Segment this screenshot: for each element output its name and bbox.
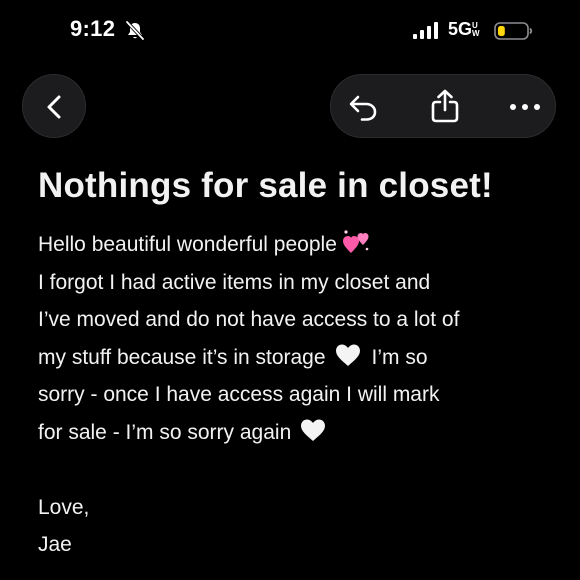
reply-button[interactable] [331,75,395,139]
network-suffix: UW [472,21,480,38]
back-button[interactable] [22,74,86,138]
more-options-button[interactable] [493,75,557,139]
status-time: 9:12 [70,16,116,41]
ellipsis-icon [510,104,540,110]
signoff: Love, [38,495,90,519]
body-line: Hello beautiful wonderful people [38,226,568,264]
post-title: Nothings for sale in closet! [38,166,493,205]
body-line-text: my stuff because it’s in storage [38,345,326,369]
post-body: Hello beautiful wonderful people I forgo… [38,226,568,564]
white-heart-emoji [335,344,360,366]
body-line-text: Hello beautiful wonderful people [38,233,337,256]
battery-icon [494,22,533,40]
body-line-text: I’m so [371,345,428,369]
network-type: 5GUW [448,19,481,40]
reply-arrow-icon [349,95,377,121]
body-line: I’ve moved and do not have access to a l… [38,308,460,331]
network-label: 5G [448,19,473,39]
two-hearts-emoji [342,230,369,254]
share-button[interactable] [413,75,477,139]
body-line: for sale - I’m so sorry again [38,414,568,452]
status-bar: 9:12 5GUW [0,0,580,62]
signature: Jae [38,533,72,556]
action-toolbar [330,74,556,138]
bell-slash-icon [125,20,145,41]
body-line: my stuff because it’s in storage I’m so [38,339,568,377]
share-icon [431,89,459,123]
chevron-left-icon [47,95,61,119]
body-line-text: for sale - I’m so sorry again [38,420,292,444]
body-line: I forgot I had active items in my closet… [38,270,431,294]
white-heart-emoji [301,419,326,441]
body-line: sorry - once I have access again I will … [38,383,440,406]
cellular-signal-icon [413,22,438,39]
